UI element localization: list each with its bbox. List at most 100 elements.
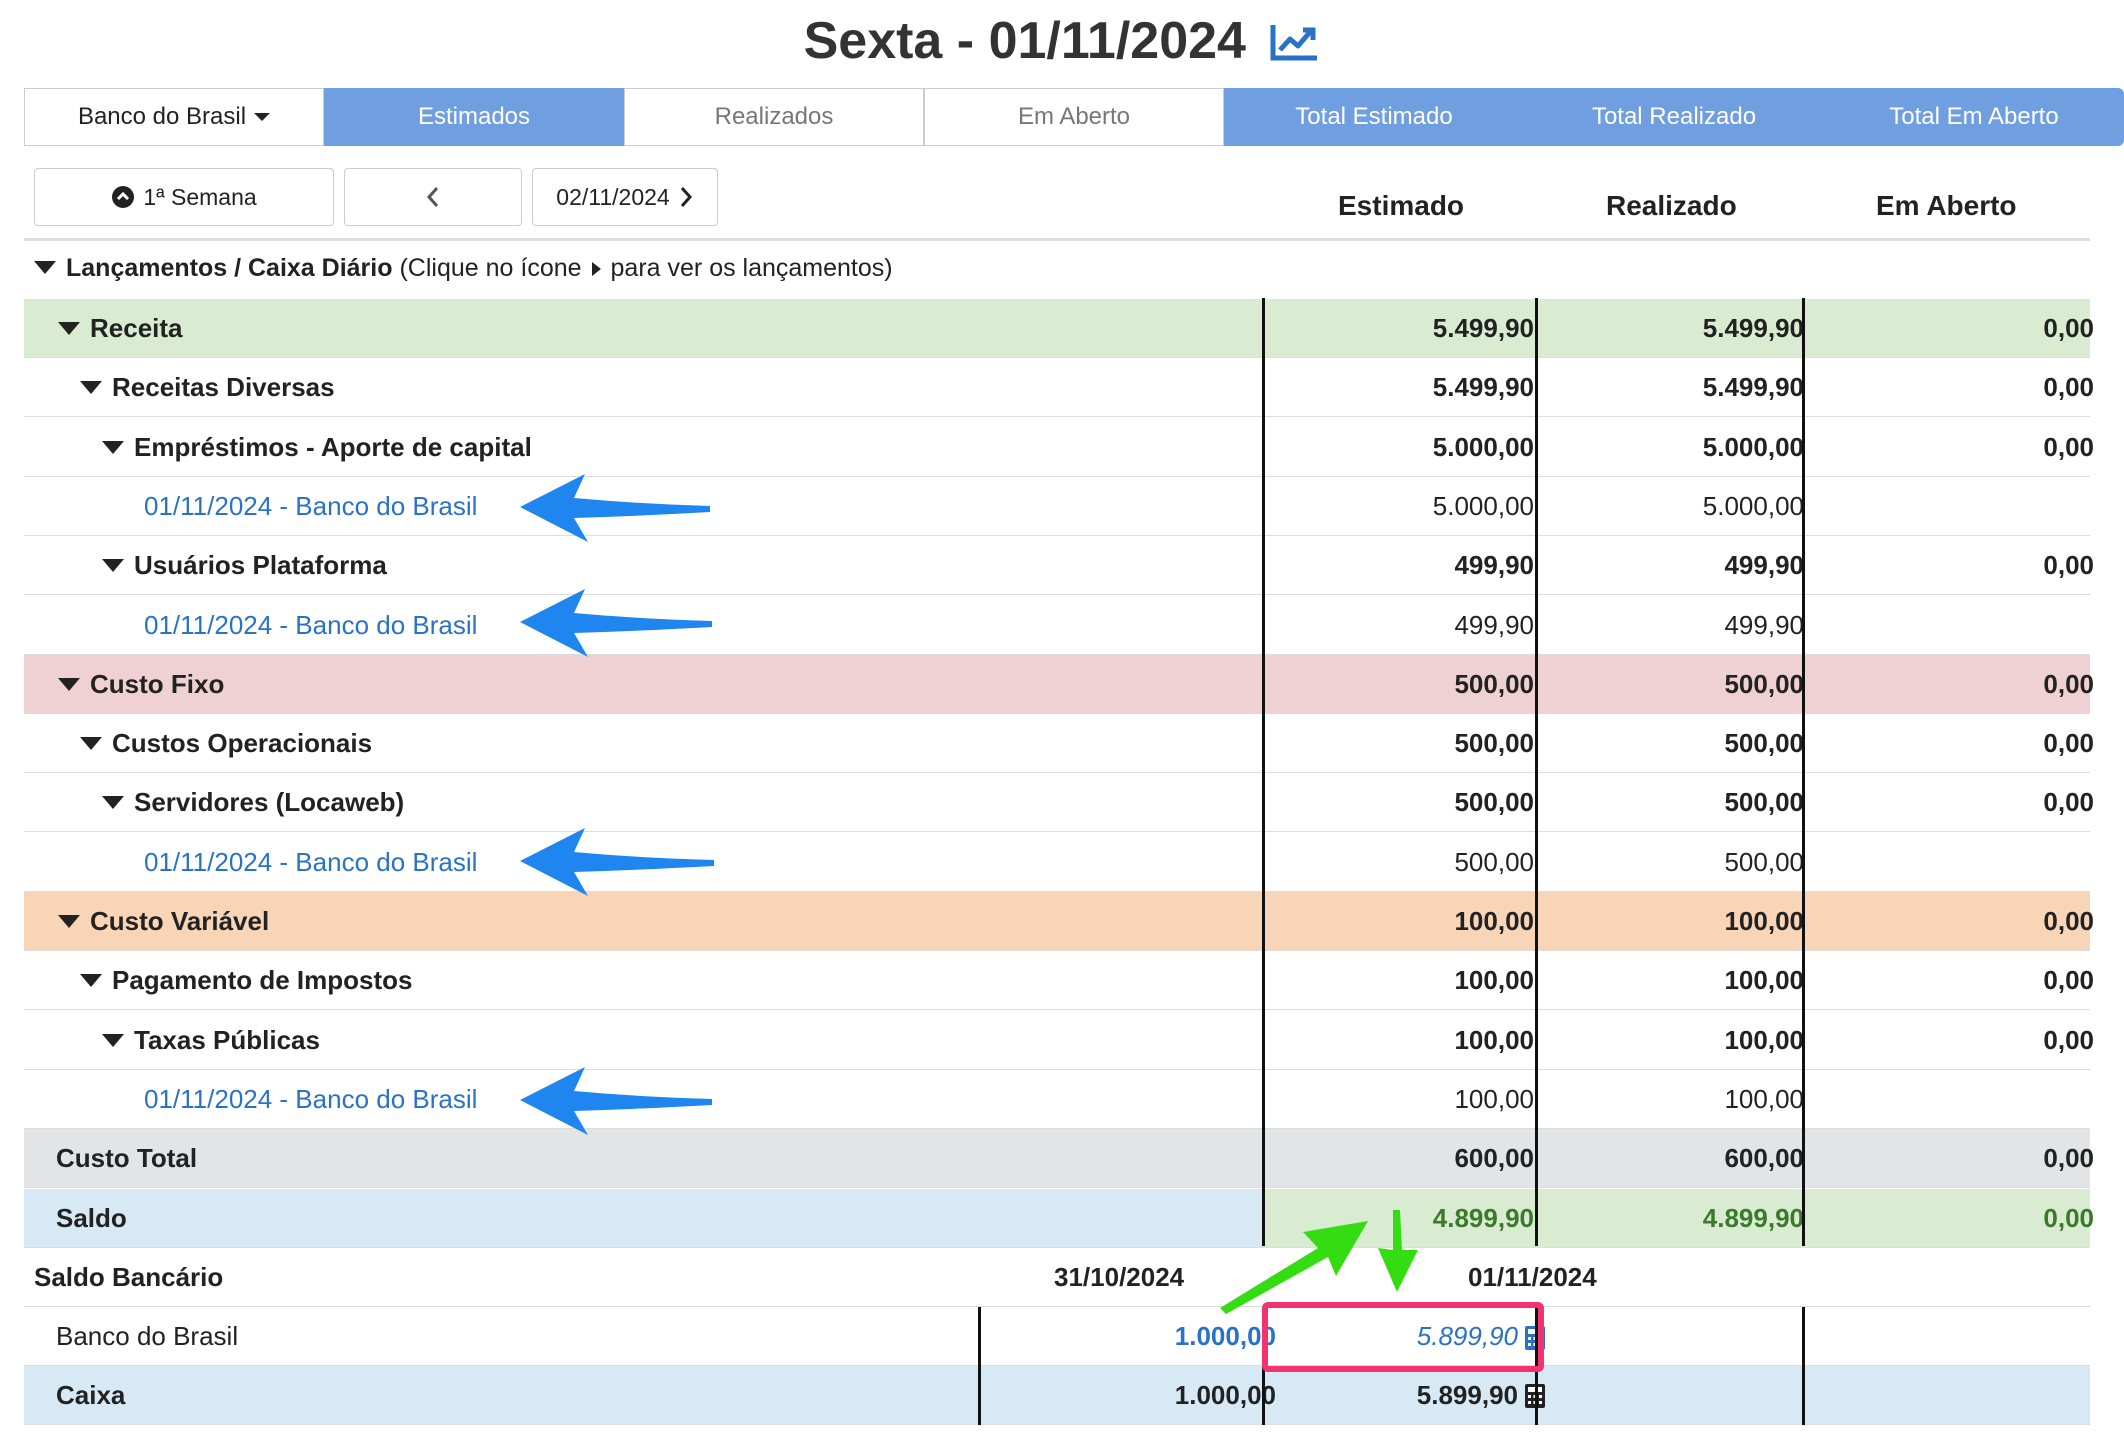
category-row: Receitas Diversas 5.499,90 5.499,90 0,00: [24, 358, 2094, 417]
caret-down-icon[interactable]: [102, 559, 124, 572]
value-real: 500,00: [1724, 669, 1804, 699]
value-est: 500,00: [1454, 787, 1534, 817]
caret-down-icon[interactable]: [102, 441, 124, 454]
next-day-button[interactable]: 02/11/2024: [532, 168, 718, 226]
column-divider: [1535, 298, 1538, 1246]
row-label-text: 01/11/2024 - Banco do Brasil: [144, 610, 478, 640]
value-open: [1802, 477, 2094, 536]
cash-row-curr-value: 5.899,90: [1416, 1380, 1518, 1410]
entry-row: 01/11/2024 - Banco do Brasil 5.000,00 5.00…: [24, 477, 2090, 536]
page: Sexta - 01/11/2024 Banco do Brasil Estim…: [0, 0, 2124, 1454]
caret-down-icon[interactable]: [102, 796, 124, 809]
value-est: 100,00: [1454, 965, 1534, 995]
section-hint-suffix: para ver os lançamentos): [610, 254, 893, 282]
row-label: Custo Total: [56, 1129, 197, 1188]
tab-total-em-aberto[interactable]: Total Em Aberto: [1824, 88, 2124, 146]
bank-balance-date-curr: 01/11/2024: [1468, 1262, 1597, 1292]
row-label[interactable]: Pagamento de Impostos: [80, 951, 413, 1010]
tab-realizados-label: Realizados: [714, 103, 834, 130]
row-label[interactable]: Receita: [58, 299, 183, 358]
entry-link[interactable]: 01/11/2024 - Banco do Brasil: [144, 1070, 477, 1129]
value-real: 500,00: [1724, 787, 1804, 817]
caret-down-icon: [34, 261, 56, 274]
chevron-right-icon: [680, 187, 692, 207]
category-row: Taxas Públicas 100,00 100,00 0,00: [24, 1011, 2094, 1070]
entry-row: 01/11/2024 - Banco do Brasil 499,90 499,90: [24, 596, 2090, 655]
value-real: 100,00: [1724, 906, 1804, 936]
entry-link[interactable]: 01/11/2024 - Banco do Brasil: [144, 833, 477, 892]
row-label-text: Custo Variável: [90, 906, 270, 936]
value-open: [1802, 1070, 2094, 1129]
value-open: 0,00: [2043, 787, 2094, 817]
row-label-text: Receita: [90, 313, 183, 343]
value-open: 0,00: [2043, 1025, 2094, 1055]
section-header[interactable]: Lançamentos / Caixa Diário (Clique no íc…: [34, 254, 893, 283]
row-label-text: Empréstimos - Aporte de capital: [134, 432, 532, 462]
caret-down-icon[interactable]: [102, 1034, 124, 1047]
value-est: 100,00: [1454, 906, 1534, 936]
row-label-text: Custo Total: [56, 1143, 198, 1173]
row-label[interactable]: Servidores (Locaweb): [102, 773, 404, 832]
category-row: Custo Fixo 500,00 500,00 0,00: [24, 655, 2094, 714]
tab-total-estimado[interactable]: Total Estimado: [1224, 88, 1524, 146]
entry-row: 01/11/2024 - Banco do Brasil 100,00 100,00: [24, 1070, 2090, 1129]
caret-down-icon[interactable]: [80, 737, 102, 750]
caret-right-icon: [591, 262, 601, 276]
row-label[interactable]: Usuários Plataforma: [102, 536, 387, 595]
value-real: 500,00: [1724, 728, 1804, 758]
row-label[interactable]: Custos Operacionais: [80, 714, 372, 773]
chevron-up-circle-icon: [112, 186, 135, 208]
tab-estimados[interactable]: Estimados: [324, 88, 624, 146]
bank-row-label: Banco do Brasil: [56, 1321, 239, 1351]
value-real: 600,00: [1724, 1143, 1804, 1173]
row-label-text: 01/11/2024 - Banco do Brasil: [144, 491, 478, 521]
category-row: Saldo 4.899,90 4.899,90 0,00: [24, 1189, 2094, 1248]
bank-select[interactable]: Banco do Brasil: [24, 88, 324, 146]
week-toggle-button[interactable]: 1ª Semana: [34, 168, 334, 226]
value-est: 4.899,90: [1432, 1203, 1534, 1233]
entry-link[interactable]: 01/11/2024 - Banco do Brasil: [144, 477, 477, 536]
value-real: 5.000,00: [1702, 432, 1804, 462]
value-real: 499,90: [1724, 610, 1804, 640]
value-open: 0,00: [2043, 728, 2094, 758]
prev-day-button[interactable]: [344, 168, 522, 226]
tab-total-realizado[interactable]: Total Realizado: [1524, 88, 1824, 146]
header-divider: [24, 238, 2090, 241]
caret-down-icon[interactable]: [58, 678, 80, 691]
row-label-text: Custo Fixo: [90, 669, 225, 699]
value-open: 0,00: [2043, 372, 2094, 402]
value-est: 5.000,00: [1432, 432, 1534, 462]
value-open: 0,00: [2043, 965, 2094, 995]
caret-down-icon[interactable]: [58, 915, 80, 928]
value-est: 100,00: [1454, 1084, 1534, 1114]
bank-row-banco-do-brasil: Banco do Brasil 1.000,00 5.899,90: [24, 1307, 2090, 1366]
caret-down-icon[interactable]: [80, 974, 102, 987]
tab-em-aberto[interactable]: Em Aberto: [924, 88, 1224, 146]
caret-down-icon[interactable]: [80, 381, 102, 394]
column-header-em-aberto: Em Aberto: [1876, 190, 2017, 221]
row-label-text: Usuários Plataforma: [134, 550, 387, 580]
chart-trend-icon[interactable]: [1270, 14, 1320, 76]
bank-row-prev-value[interactable]: 1.000,00: [984, 1307, 1276, 1366]
value-open: [1802, 833, 2094, 892]
row-label: Saldo: [56, 1189, 127, 1248]
entry-link[interactable]: 01/11/2024 - Banco do Brasil: [144, 596, 477, 655]
row-label[interactable]: Receitas Diversas: [80, 358, 335, 417]
row-label[interactable]: Taxas Públicas: [102, 1011, 320, 1070]
category-row: Empréstimos - Aporte de capital 5.000,00 5…: [24, 418, 2094, 477]
value-est: 499,90: [1454, 550, 1534, 580]
row-label[interactable]: Custo Variável: [58, 892, 269, 951]
column-divider: [978, 1307, 981, 1425]
column-divider: [1802, 298, 1805, 1246]
value-real: 4.899,90: [1702, 1203, 1804, 1233]
caret-down-icon[interactable]: [58, 322, 80, 335]
tab-total-estimado-label: Total Estimado: [1295, 103, 1453, 130]
row-label[interactable]: Custo Fixo: [58, 655, 224, 714]
tab-total-realizado-label: Total Realizado: [1591, 103, 1757, 130]
next-date-label: 02/11/2024: [556, 183, 670, 210]
row-label[interactable]: Empréstimos - Aporte de capital: [102, 418, 532, 477]
tab-realizados[interactable]: Realizados: [624, 88, 924, 146]
value-real: 100,00: [1724, 1084, 1804, 1114]
value-open: 0,00: [2043, 313, 2094, 343]
value-real: 100,00: [1724, 965, 1804, 995]
